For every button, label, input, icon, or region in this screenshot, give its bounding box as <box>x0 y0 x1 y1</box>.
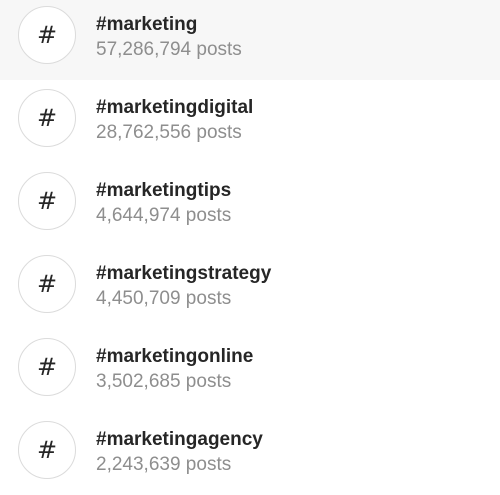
hashtag-result-text: #marketing 57,286,794 posts <box>96 13 242 63</box>
hashtag-post-count: 2,243,639 posts <box>96 454 232 475</box>
hash-icon: # <box>18 338 76 396</box>
hashtag-results-list: # #marketing 57,286,794 posts # #marketi… <box>0 0 500 480</box>
hashtag-result-text: #marketingdigital 28,762,556 posts <box>96 96 253 146</box>
hashtag-name: #marketingtips <box>96 180 232 201</box>
hash-icon: # <box>18 421 76 479</box>
hash-icon: # <box>18 172 76 230</box>
hashtag-post-count: 4,450,709 posts <box>96 288 232 309</box>
hash-icon: # <box>18 6 76 64</box>
hashtag-result-row[interactable]: # #marketing 57,286,794 posts <box>0 0 500 80</box>
hashtag-name: #marketingonline <box>96 346 254 367</box>
hashtag-result-text: #marketingagency 2,243,639 posts <box>96 428 263 478</box>
hashtag-name: #marketingdigital <box>96 97 254 118</box>
hashtag-post-count: 3,502,685 posts <box>96 371 232 392</box>
hashtag-post-count: 28,762,556 posts <box>96 122 242 143</box>
hashtag-post-count: 57,286,794 posts <box>96 39 242 60</box>
hashtag-result-text: #marketingonline 3,502,685 posts <box>96 345 253 395</box>
hashtag-result-text: #marketingstrategy 4,450,709 posts <box>96 262 271 312</box>
hashtag-result-text: #marketingtips 4,644,974 posts <box>96 179 231 229</box>
hashtag-name: #marketingagency <box>96 429 263 450</box>
hashtag-result-row[interactable]: # #marketingdigital 28,762,556 posts <box>0 80 500 163</box>
hashtag-result-row[interactable]: # #marketingtips 4,644,974 posts <box>0 163 500 246</box>
hashtag-result-row[interactable]: # #marketingstrategy 4,450,709 posts <box>0 246 500 329</box>
hashtag-name: #marketingstrategy <box>96 263 272 284</box>
hashtag-post-count: 4,644,974 posts <box>96 205 232 226</box>
hash-icon: # <box>18 89 76 147</box>
hash-icon: # <box>18 255 76 313</box>
hashtag-name: #marketing <box>96 14 198 35</box>
hashtag-result-row[interactable]: # #marketingagency 2,243,639 posts <box>0 412 500 495</box>
hashtag-result-row[interactable]: # #marketingonline 3,502,685 posts <box>0 329 500 412</box>
